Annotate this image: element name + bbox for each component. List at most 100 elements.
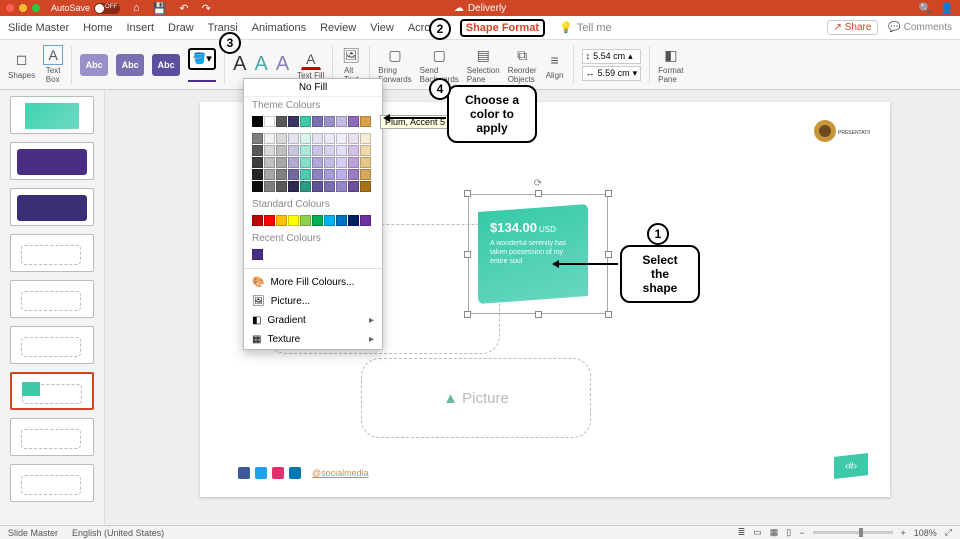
thumbnail[interactable] <box>10 326 94 364</box>
tab-draw[interactable]: Draw <box>168 22 194 34</box>
selection-pane-button[interactable]: ▤Selection Pane <box>467 45 500 84</box>
colour-swatch[interactable] <box>312 215 323 226</box>
wordart-style-1[interactable]: A <box>233 53 246 76</box>
shape-style-3[interactable]: Abc <box>152 54 180 76</box>
colour-swatch[interactable] <box>324 133 335 144</box>
text-fill-button[interactable]: AText Fill <box>297 50 324 80</box>
zoom-value[interactable]: 108% <box>914 528 937 538</box>
tab-review[interactable]: Review <box>320 22 356 34</box>
zoom-in-icon[interactable]: + <box>901 528 906 538</box>
view-reading-icon[interactable]: ▯ <box>786 527 791 538</box>
colour-swatch[interactable] <box>336 145 347 156</box>
colour-swatch[interactable] <box>324 169 335 180</box>
colour-swatch[interactable] <box>252 116 263 127</box>
tab-insert[interactable]: Insert <box>126 22 154 34</box>
minimize-window-icon[interactable] <box>19 4 27 12</box>
colour-swatch[interactable] <box>252 215 263 226</box>
view-sorter-icon[interactable]: ▦ <box>770 527 779 538</box>
resize-handle[interactable] <box>464 251 471 258</box>
colour-swatch[interactable] <box>324 215 335 226</box>
thumbnail[interactable] <box>10 234 94 272</box>
resize-handle[interactable] <box>605 190 612 197</box>
colour-swatch[interactable] <box>252 145 263 156</box>
colour-swatch[interactable] <box>300 157 311 168</box>
colour-swatch[interactable] <box>300 133 311 144</box>
zoom-out-icon[interactable]: − <box>799 528 804 538</box>
picture-fill[interactable]: 🖼Picture... <box>244 292 382 311</box>
resize-handle[interactable] <box>605 311 612 318</box>
colour-swatch[interactable] <box>360 157 371 168</box>
slide-canvas[interactable]: PRESENTATIONS ▲ Picture ⟳ $134.00USD <box>105 90 960 525</box>
thumbnail[interactable] <box>10 280 94 318</box>
thumbnail[interactable] <box>10 464 94 502</box>
tab-acrobat[interactable]: Acrobat <box>408 22 446 34</box>
selected-shape[interactable]: ⟳ $134.00USD A wonderful serenity has ta… <box>468 194 608 314</box>
colour-swatch[interactable] <box>336 169 347 180</box>
twitter-icon[interactable] <box>255 467 267 479</box>
colour-swatch[interactable] <box>348 157 359 168</box>
colour-swatch[interactable] <box>324 181 335 192</box>
resize-handle[interactable] <box>535 190 542 197</box>
thumbnail[interactable] <box>10 418 94 456</box>
colour-swatch[interactable] <box>288 157 299 168</box>
colour-swatch[interactable] <box>300 181 311 192</box>
colour-swatch[interactable] <box>288 116 299 127</box>
fit-to-window-icon[interactable]: ⤢ <box>945 527 952 538</box>
colour-swatch[interactable] <box>348 116 359 127</box>
colour-swatch[interactable] <box>264 157 275 168</box>
colour-swatch[interactable] <box>276 181 287 192</box>
undo-icon[interactable]: ↶ <box>179 2 188 15</box>
share-button[interactable]: ↗ Share <box>827 20 879 35</box>
comments-button[interactable]: 💬 Comments <box>888 22 952 33</box>
maximize-window-icon[interactable] <box>32 4 40 12</box>
width-input[interactable]: ↔ 5.59 cm ▾ <box>582 66 642 81</box>
search-icon[interactable]: 🔍 <box>919 2 933 15</box>
colour-swatch[interactable] <box>264 215 275 226</box>
colour-swatch[interactable] <box>264 181 275 192</box>
tab-transitions[interactable]: Transitions <box>208 22 238 34</box>
colour-swatch[interactable] <box>336 157 347 168</box>
status-language[interactable]: English (United States) <box>72 528 164 538</box>
colour-swatch[interactable] <box>288 215 299 226</box>
shapes-button[interactable]: ◻Shapes <box>8 50 35 80</box>
tab-shape-format[interactable]: Shape Format <box>460 19 545 37</box>
colour-swatch[interactable] <box>312 169 323 180</box>
rotate-handle-icon[interactable]: ⟳ <box>534 178 542 189</box>
colour-swatch[interactable] <box>336 181 347 192</box>
colour-swatch[interactable] <box>360 181 371 192</box>
colour-swatch[interactable] <box>300 215 311 226</box>
colour-swatch[interactable] <box>348 215 359 226</box>
pinterest-icon[interactable] <box>272 467 284 479</box>
colour-swatch[interactable] <box>288 133 299 144</box>
colour-swatch[interactable] <box>312 157 323 168</box>
zoom-slider[interactable] <box>813 531 893 534</box>
colour-swatch[interactable] <box>276 116 287 127</box>
colour-swatch[interactable] <box>300 116 311 127</box>
view-normal-icon[interactable]: ▭ <box>753 527 762 538</box>
colour-swatch[interactable] <box>312 145 323 156</box>
shape-style-2[interactable]: Abc <box>116 54 144 76</box>
gradient-fill[interactable]: ◧Gradient▸ <box>244 311 382 330</box>
shape-outline-dropdown[interactable] <box>188 72 216 82</box>
reorder-button[interactable]: ⧉Reorder Objects <box>508 45 537 84</box>
redo-icon[interactable]: ↷ <box>202 2 211 15</box>
colour-swatch[interactable] <box>276 133 287 144</box>
tab-animations[interactable]: Animations <box>252 22 306 34</box>
colour-swatch[interactable] <box>312 133 323 144</box>
colour-swatch[interactable] <box>288 145 299 156</box>
align-button[interactable]: ≡Align <box>545 50 565 80</box>
texture-fill[interactable]: ▦Texture▸ <box>244 330 382 349</box>
thumbnail[interactable] <box>10 96 94 134</box>
picture-placeholder[interactable]: ▲ Picture <box>361 358 591 438</box>
colour-swatch[interactable] <box>264 116 275 127</box>
autosave-toggle[interactable]: AutoSave OFF <box>51 3 120 14</box>
colour-swatch[interactable] <box>252 181 263 192</box>
shape-fill-dropdown[interactable]: 🪣▾ <box>188 48 216 70</box>
colour-swatch[interactable] <box>288 169 299 180</box>
colour-swatch[interactable] <box>336 133 347 144</box>
resize-handle[interactable] <box>464 311 471 318</box>
resize-handle[interactable] <box>605 251 612 258</box>
resize-handle[interactable] <box>464 190 471 197</box>
more-fill-colours[interactable]: 🎨More Fill Colours... <box>244 273 382 292</box>
notes-button[interactable]: ≣ <box>738 527 746 538</box>
